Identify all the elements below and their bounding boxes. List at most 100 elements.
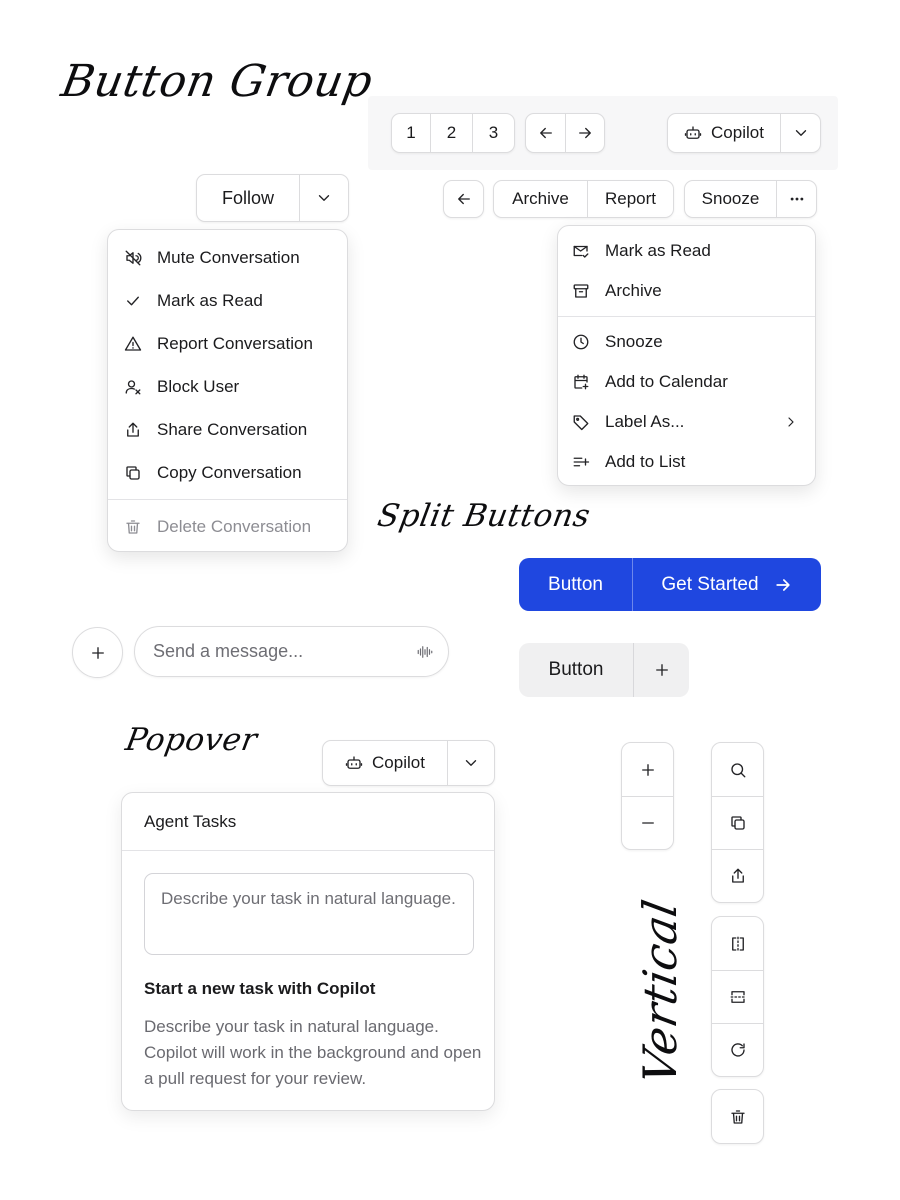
chevron-down-icon (465, 760, 477, 766)
message-placeholder: Send a message... (153, 641, 304, 661)
archive-button[interactable]: Archive (494, 181, 587, 217)
copilot-dropdown-button[interactable] (780, 114, 820, 152)
delete-button[interactable] (712, 1090, 763, 1143)
menu-item-share[interactable]: Share Conversation (108, 408, 347, 451)
menu-item-copy[interactable]: Copy Conversation (108, 451, 347, 494)
zoom-group (621, 742, 674, 850)
chevron-down-icon (795, 130, 806, 136)
split-horizontal-button[interactable] (712, 970, 763, 1023)
menu-item-report[interactable]: Report Conversation (108, 322, 347, 365)
more-horizontal-icon (790, 197, 803, 201)
menu-item-block-user[interactable]: Block User (108, 365, 347, 408)
copilot-dropdown-button[interactable] (447, 741, 494, 785)
menu-item-add-calendar[interactable]: Add to Calendar (558, 362, 815, 402)
more-button[interactable] (776, 181, 816, 217)
copilot-button[interactable]: Copilot (668, 114, 780, 152)
heading-split-buttons: Split Buttons (374, 498, 594, 534)
copilot-label: Copilot (711, 123, 764, 142)
menu-item-mute[interactable]: Mute Conversation (108, 236, 347, 279)
add-button[interactable] (634, 643, 689, 697)
actions-vertical-group (711, 742, 764, 903)
copilot-button[interactable]: Copilot (323, 741, 447, 785)
menu-item-label: Add to Calendar (605, 372, 728, 391)
snooze-group: Snooze (684, 180, 817, 218)
follow-split-button: Follow (196, 174, 349, 222)
robot-icon (684, 126, 702, 139)
trash-icon (124, 518, 146, 536)
primary-button[interactable]: Button (519, 558, 633, 611)
copilot-label: Copilot (372, 753, 425, 772)
menu-divider (558, 316, 815, 317)
zoom-in-button[interactable] (622, 743, 673, 796)
back-button[interactable] (444, 181, 483, 217)
share-button[interactable] (712, 849, 763, 902)
split-horizontal-icon (730, 991, 745, 1003)
heading-button-group: Button Group (57, 56, 377, 107)
previous-button[interactable] (526, 114, 565, 152)
follow-button[interactable]: Follow (197, 175, 299, 221)
tag-icon (572, 413, 594, 431)
mail-check-icon (572, 242, 594, 260)
menu-item-label: Label As... (605, 412, 685, 431)
menu-item-label: Block User (157, 376, 240, 396)
search-icon (730, 762, 745, 777)
menu-item-label: Snooze (605, 332, 663, 351)
archive-report-group: Archive Report (493, 180, 674, 218)
mute-icon (124, 249, 146, 267)
delete-vertical-group (711, 1089, 764, 1144)
menu-item-label: Copy Conversation (157, 462, 302, 482)
check-icon (124, 292, 146, 310)
zoom-out-button[interactable] (622, 796, 673, 849)
arrow-left-icon (539, 127, 552, 139)
calendar-plus-icon (572, 373, 594, 391)
follow-dropdown-button[interactable] (299, 175, 348, 221)
chevron-right-icon (783, 414, 799, 430)
message-input[interactable]: Send a message... (134, 626, 449, 677)
get-started-button[interactable]: Get Started (633, 558, 821, 611)
snooze-button[interactable]: Snooze (685, 181, 776, 217)
copy-button[interactable] (712, 796, 763, 849)
menu-item-mark-read[interactable]: Mark as Read (108, 279, 347, 322)
secondary-button[interactable]: Button (519, 643, 634, 697)
report-button[interactable]: Report (587, 181, 673, 217)
attach-plus-button[interactable] (72, 627, 123, 678)
prev-next-group (525, 113, 605, 153)
menu-item-label: Delete Conversation (157, 516, 312, 536)
arrow-left-icon (457, 193, 470, 205)
menu-item-delete[interactable]: Delete Conversation (108, 505, 347, 548)
list-plus-icon (572, 453, 594, 471)
block-user-icon (124, 378, 146, 396)
menu-item-label-as[interactable]: Label As... (558, 402, 815, 442)
heading-popover: Popover (122, 722, 261, 758)
copy-icon (730, 816, 745, 830)
menu-item-snooze[interactable]: Snooze (558, 322, 815, 362)
refresh-button[interactable] (712, 1023, 763, 1076)
task-description-textarea[interactable]: Describe your task in natural language. (144, 873, 474, 955)
search-button[interactable] (712, 743, 763, 796)
copilot-split-top: Copilot (667, 113, 821, 153)
menu-item-mark-read[interactable]: Mark as Read (558, 231, 815, 271)
robot-icon (345, 756, 363, 769)
menu-item-label: Mark as Read (605, 241, 711, 260)
mail-actions-menu: Mark as Read Archive Snooze Add to Calen… (557, 225, 816, 486)
share-icon (731, 868, 744, 883)
split-vertical-icon (731, 936, 744, 951)
menu-item-add-list[interactable]: Add to List (558, 442, 815, 482)
page-3-button[interactable]: 3 (472, 114, 514, 152)
split-vertical-button[interactable] (712, 917, 763, 970)
copilot-popover-trigger: Copilot (322, 740, 495, 786)
page-1-button[interactable]: 1 (392, 114, 430, 152)
menu-item-archive[interactable]: Archive (558, 271, 815, 311)
plus-icon (91, 646, 104, 659)
menu-divider (108, 499, 347, 500)
voice-waveform-icon[interactable] (416, 643, 434, 661)
menu-item-label: Archive (605, 281, 662, 300)
heading-vertical: Vertical (633, 895, 687, 1089)
chevron-down-icon (318, 195, 330, 201)
menu-item-label: Mark as Read (157, 290, 263, 310)
layout-vertical-group (711, 916, 764, 1077)
back-group (443, 180, 484, 218)
pagination-group: 1 2 3 (391, 113, 515, 153)
next-button[interactable] (565, 114, 604, 152)
page-2-button[interactable]: 2 (430, 114, 472, 152)
